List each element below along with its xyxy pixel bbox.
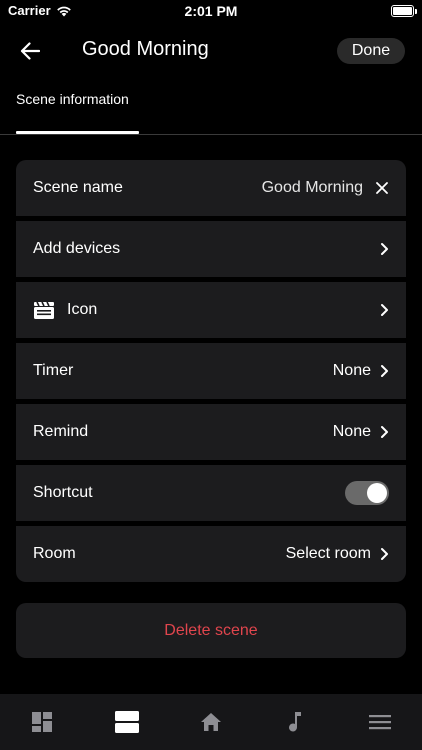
nav-header: Good Morning Done	[0, 30, 422, 72]
shortcut-label: Shortcut	[33, 484, 93, 501]
clapperboard-icon	[34, 301, 54, 319]
timer-row[interactable]: Timer None	[16, 343, 406, 399]
room-label: Room	[33, 545, 76, 562]
tab-bar: Scene information	[0, 86, 422, 135]
remind-label: Remind	[33, 423, 89, 440]
remind-value: None	[332, 423, 371, 440]
menu-icon	[368, 715, 391, 730]
chevron-right-icon	[379, 425, 389, 439]
remind-row[interactable]: Remind None	[16, 404, 406, 460]
chevron-right-icon	[379, 303, 389, 317]
scene-name-row[interactable]: Scene name Good Morning	[16, 160, 406, 216]
status-bar: Carrier 2:01 PM	[0, 0, 422, 24]
bottom-nav-menu[interactable]	[338, 694, 422, 750]
tab-active-indicator	[16, 131, 139, 134]
bottom-nav-music[interactable]	[253, 694, 337, 750]
home-icon	[201, 713, 222, 731]
arrow-left-icon	[20, 42, 40, 60]
icon-row[interactable]: Icon	[16, 282, 406, 338]
scenes-icon	[114, 711, 139, 733]
shortcut-toggle[interactable]	[345, 481, 389, 505]
timer-value: None	[332, 362, 371, 379]
toggle-knob	[367, 483, 387, 503]
clear-icon[interactable]	[375, 181, 389, 195]
add-devices-row[interactable]: Add devices	[16, 221, 406, 277]
shortcut-row: Shortcut	[16, 465, 406, 521]
bottom-nav-dashboard[interactable]	[0, 694, 84, 750]
bottom-nav-scenes[interactable]	[84, 694, 168, 750]
bottom-nav-bar	[0, 694, 422, 750]
page-title: Good Morning	[82, 38, 209, 60]
done-button[interactable]: Done	[337, 38, 405, 64]
delete-scene-button[interactable]: Delete scene	[16, 603, 406, 658]
chevron-right-icon	[379, 242, 389, 256]
timer-label: Timer	[33, 362, 74, 379]
room-row[interactable]: Room Select room	[16, 526, 406, 582]
status-time: 2:01 PM	[184, 3, 238, 19]
battery-icon	[391, 5, 417, 17]
icon-label: Icon	[67, 301, 98, 318]
music-icon	[289, 712, 302, 732]
dashboard-icon	[32, 712, 53, 732]
tab-scene-information[interactable]: Scene information	[16, 91, 129, 107]
bottom-nav-home[interactable]	[169, 694, 253, 750]
scene-name-label: Scene name	[33, 179, 123, 196]
add-devices-label: Add devices	[33, 240, 121, 257]
back-button[interactable]	[16, 37, 44, 65]
room-value: Select room	[285, 545, 371, 562]
chevron-right-icon	[379, 547, 389, 561]
scene-name-value[interactable]: Good Morning	[262, 179, 363, 197]
chevron-right-icon	[379, 364, 389, 378]
